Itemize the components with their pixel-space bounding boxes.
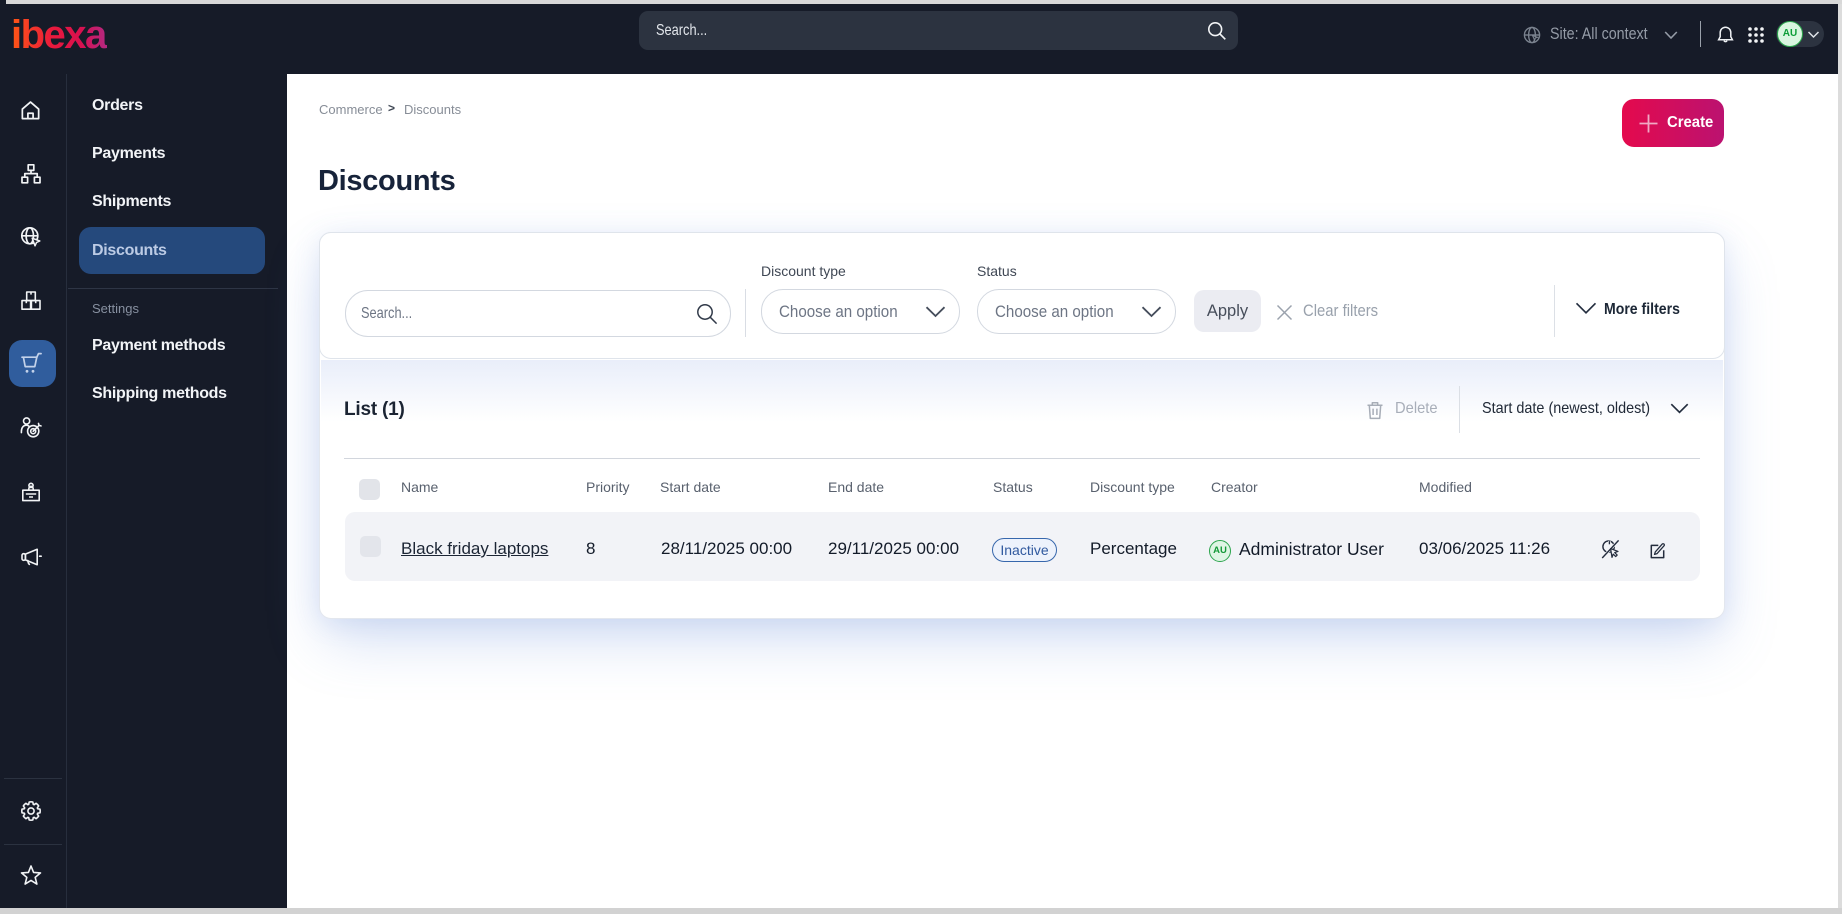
svg-text:ibexa: ibexa [11, 13, 107, 53]
